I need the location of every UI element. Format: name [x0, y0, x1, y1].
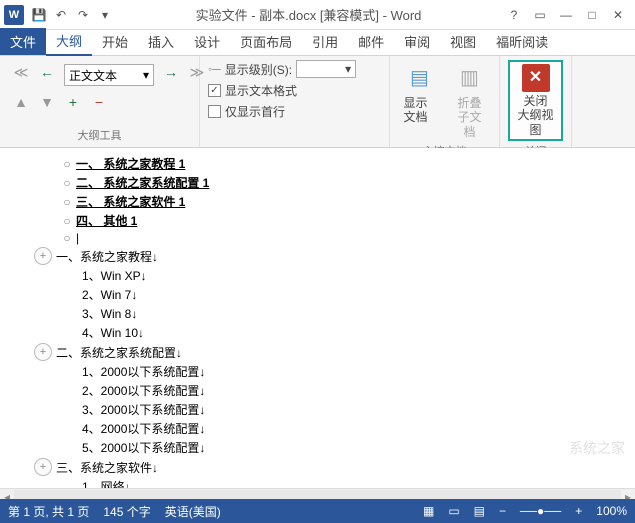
view-read-mode-icon[interactable]: ▭ — [448, 504, 459, 518]
word-app-icon: W — [4, 5, 24, 25]
show-text-formatting-label: 显示文本格式 — [225, 82, 297, 99]
status-page[interactable]: 第 1 页, 共 1 页 — [8, 503, 89, 520]
tab-insert[interactable]: 插入 — [138, 28, 184, 55]
zoom-slider[interactable]: ──●── — [520, 504, 561, 518]
show-document-icon: ▤ — [404, 62, 436, 94]
tab-file[interactable]: 文件 — [0, 28, 46, 55]
view-print-layout-icon[interactable]: ▦ — [423, 504, 434, 518]
show-level-label: 显示级别(S): — [225, 61, 292, 78]
status-language[interactable]: 英语(美国) — [165, 503, 221, 520]
qat-customize-icon[interactable]: ▾ — [94, 4, 116, 26]
promote-icon[interactable]: ← — [38, 64, 56, 86]
body-line[interactable]: 1、网络↓ — [82, 478, 131, 488]
toc-entry[interactable]: 四、 其他 1 — [76, 212, 137, 229]
undo-icon[interactable]: ↶ — [50, 4, 72, 26]
body-line[interactable]: 2、Win 7↓ — [82, 286, 137, 303]
show-level-select[interactable]: ▾ — [296, 60, 356, 78]
body-line[interactable]: 2、2000以下系统配置↓ — [82, 382, 205, 399]
collapse-subdoc-icon: ▥ — [454, 62, 486, 94]
view-web-layout-icon[interactable]: ▤ — [474, 504, 485, 518]
toc-entry[interactable]: 二、 系统之家系统配置 1 — [76, 174, 209, 191]
toc-entry[interactable]: 一、 系统之家教程 1 — [76, 155, 185, 172]
demote-icon[interactable]: → — [162, 64, 180, 86]
close-window-icon[interactable]: ✕ — [605, 4, 631, 26]
tab-view[interactable]: 视图 — [440, 28, 486, 55]
show-document-button[interactable]: ▤ 显示文档 — [398, 60, 442, 127]
zoom-out-icon[interactable]: − — [499, 504, 506, 518]
body-line[interactable]: 4、2000以下系统配置↓ — [82, 420, 205, 437]
show-first-line-only-checkbox[interactable] — [208, 105, 221, 118]
tab-design[interactable]: 设计 — [184, 28, 230, 55]
show-level-icon: ◦─ — [208, 62, 221, 76]
tab-home[interactable]: 开始 — [92, 28, 138, 55]
body-line[interactable]: 3、2000以下系统配置↓ — [82, 401, 205, 418]
close-icon: ✕ — [522, 64, 550, 92]
zoom-in-icon[interactable]: + — [575, 504, 582, 518]
bullet-icon: ○ — [58, 231, 76, 245]
expand-node-icon[interactable]: + — [34, 247, 52, 265]
dropdown-icon: ▾ — [143, 68, 149, 82]
body-line[interactable]: 3、Win 8↓ — [82, 305, 137, 322]
expand-icon[interactable]: + — [64, 94, 82, 110]
collapse-icon[interactable]: − — [90, 94, 108, 110]
body-line[interactable]: 5、2000以下系统配置↓ — [82, 439, 205, 456]
toc-entry[interactable]: 三、 系统之家软件 1 — [76, 193, 185, 210]
cursor-line[interactable]: | — [76, 231, 79, 245]
help-icon[interactable]: ? — [501, 4, 527, 26]
move-down-icon[interactable]: ▼ — [38, 94, 56, 110]
save-icon[interactable]: 💾 — [28, 4, 50, 26]
tab-layout[interactable]: 页面布局 — [230, 28, 302, 55]
tab-mailings[interactable]: 邮件 — [348, 28, 394, 55]
bullet-icon: ○ — [58, 157, 76, 171]
expand-node-icon[interactable]: + — [34, 458, 52, 476]
outline-level-select[interactable]: 正文文本 ▾ — [64, 64, 154, 86]
close-outline-view-button[interactable]: ✕ 关闭 大纲视图 — [508, 60, 563, 141]
tab-references[interactable]: 引用 — [302, 28, 348, 55]
redo-icon[interactable]: ↷ — [72, 4, 94, 26]
bullet-icon: ○ — [58, 176, 76, 190]
dropdown-icon: ▾ — [345, 62, 351, 76]
body-line[interactable]: 4、Win 10↓ — [82, 324, 144, 341]
document-outline-area[interactable]: ○一、 系统之家教程 1 ○二、 系统之家系统配置 1 ○三、 系统之家软件 1… — [0, 148, 635, 488]
bullet-icon: ○ — [58, 214, 76, 228]
move-up-icon[interactable]: ▲ — [12, 94, 30, 110]
heading[interactable]: 二、系统之家系统配置↓ — [56, 344, 182, 361]
status-word-count[interactable]: 145 个字 — [103, 503, 150, 520]
bullet-icon: ○ — [58, 195, 76, 209]
group-outline-tools-label2 — [208, 141, 381, 143]
outline-level-value: 正文文本 — [69, 67, 117, 84]
collapse-subdocuments-button[interactable]: ▥ 折叠 子文档 — [448, 60, 492, 141]
tab-fuxin[interactable]: 福昕阅读 — [486, 28, 558, 55]
promote-to-heading1-icon[interactable]: ≪ — [12, 64, 30, 86]
group-outline-tools-label: 大纲工具 — [8, 125, 191, 143]
body-line[interactable]: 1、Win XP↓ — [82, 267, 147, 284]
show-text-formatting-checkbox[interactable]: ✓ — [208, 84, 221, 97]
heading[interactable]: 一、系统之家教程↓ — [56, 248, 158, 265]
expand-node-icon[interactable]: + — [34, 343, 52, 361]
ribbon-options-icon[interactable]: ▭ — [527, 4, 553, 26]
zoom-value[interactable]: 100% — [596, 504, 627, 518]
tab-review[interactable]: 审阅 — [394, 28, 440, 55]
tab-outline[interactable]: 大纲 — [46, 27, 92, 56]
maximize-icon[interactable]: □ — [579, 4, 605, 26]
show-first-line-only-label: 仅显示首行 — [225, 103, 285, 120]
window-title: 实验文件 - 副本.docx [兼容模式] - Word — [116, 5, 501, 24]
heading[interactable]: 三、系统之家软件↓ — [56, 459, 158, 476]
minimize-icon[interactable]: — — [553, 4, 579, 26]
body-line[interactable]: 1、2000以下系统配置↓ — [82, 363, 205, 380]
